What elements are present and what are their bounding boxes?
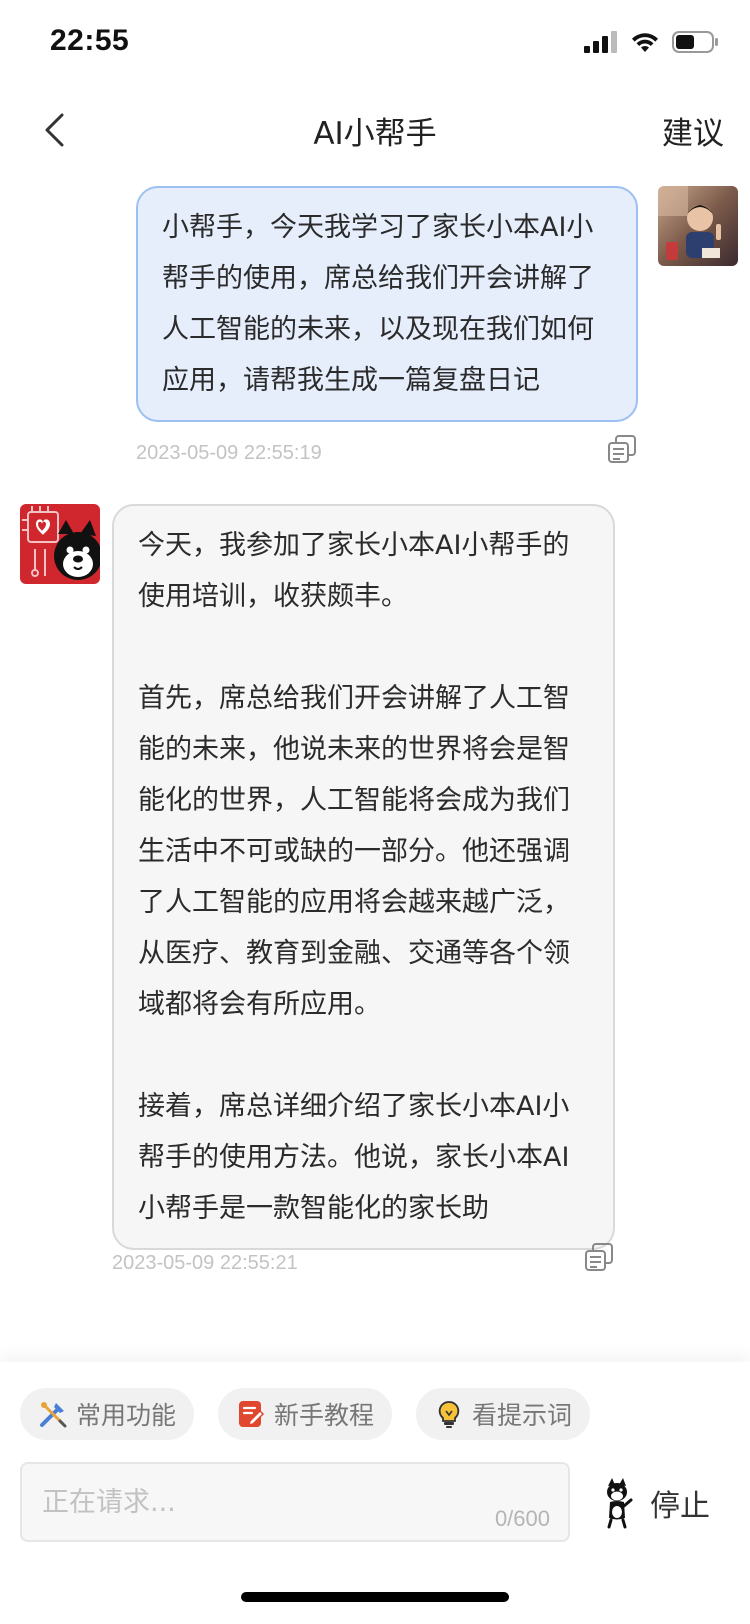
chat-area[interactable]: 小帮手，今天我学习了家长小本AI小帮手的使用，席总给我们开会讲解了人工智能的未来…: [0, 172, 750, 1362]
user-message-bubble[interactable]: 小帮手，今天我学习了家长小本AI小帮手的使用，席总给我们开会讲解了人工智能的未来…: [136, 186, 638, 422]
view-prompts-chip[interactable]: 看提示词: [416, 1388, 591, 1440]
tutorial-icon: [239, 1401, 265, 1427]
beginner-tutorial-label: 新手教程: [274, 1401, 375, 1430]
stop-label: 停止: [650, 1489, 710, 1524]
nav-bar: AI小帮手 建议: [0, 90, 750, 172]
page-title: AI小帮手: [313, 116, 437, 152]
common-functions-label: 常用功能: [76, 1401, 177, 1430]
assistant-message-timestamp: 2023-05-09 22:55:21: [112, 1252, 298, 1274]
dog-mascot-icon: [607, 1478, 633, 1529]
quick-actions: 常用功能 新手教程 看提示词: [20, 1388, 591, 1440]
status-bar: 22:55: [0, 0, 750, 90]
tools-icon: [40, 1402, 67, 1428]
signal-icon: [584, 31, 617, 53]
suggestion-button[interactable]: 建议: [662, 108, 724, 153]
wifi-icon: [632, 33, 658, 52]
copy-icon: [608, 435, 636, 463]
beginner-tutorial-chip[interactable]: 新手教程: [218, 1388, 393, 1440]
battery-icon: [672, 31, 718, 53]
user-avatar[interactable]: [658, 186, 738, 266]
common-functions-chip[interactable]: 常用功能: [20, 1388, 195, 1440]
message-input-box[interactable]: 0/600: [20, 1462, 570, 1542]
copy-user-message-button[interactable]: [607, 434, 637, 464]
stop-button[interactable]: 停止: [600, 1468, 710, 1538]
copy-assistant-message-button[interactable]: [584, 1242, 614, 1272]
user-message-timestamp: 2023-05-09 22:55:19: [136, 442, 322, 464]
message-input[interactable]: [22, 1464, 568, 1540]
view-prompts-label: 看提示词: [472, 1401, 573, 1430]
assistant-message-bubble[interactable]: 今天，我参加了家长小本AI小帮手的使用培训，收获颇丰。 首先，席总给我们开会讲解…: [112, 504, 615, 1250]
char-counter: 0/600: [494, 1506, 550, 1531]
assistant-avatar[interactable]: [20, 504, 100, 584]
lightbulb-icon: [438, 1401, 460, 1428]
home-indicator[interactable]: [241, 1592, 509, 1602]
status-time: 22:55: [50, 24, 130, 57]
status-icons: [584, 30, 720, 54]
bottom-panel: 常用功能 新手教程 看提示词 0/600: [0, 1362, 750, 1624]
copy-icon: [585, 1243, 613, 1271]
